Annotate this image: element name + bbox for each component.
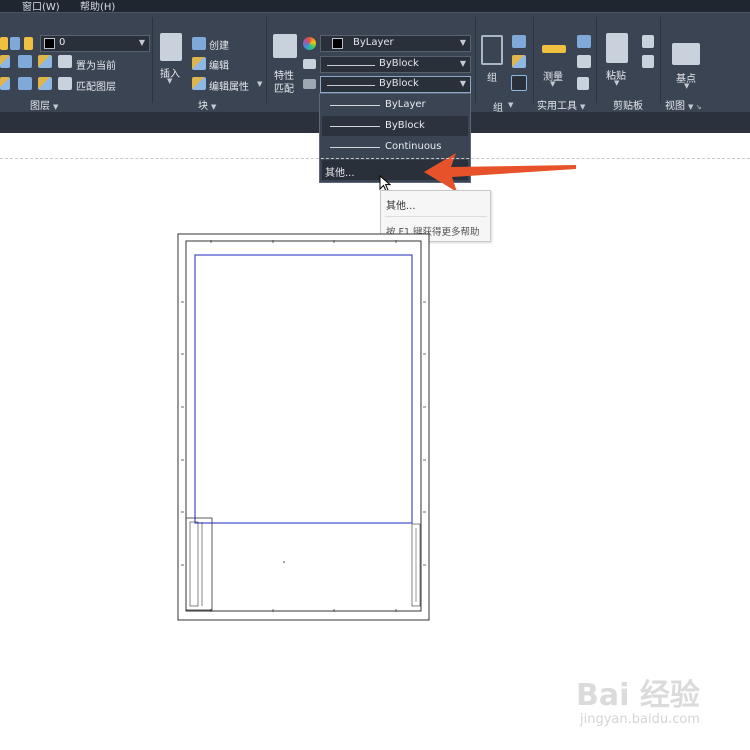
calculator-icon[interactable] — [577, 77, 589, 90]
group-edit-icon[interactable] — [512, 55, 526, 68]
linetype-sample — [330, 105, 380, 106]
lineweight-icon[interactable] — [303, 59, 316, 69]
chevron-down-icon[interactable]: ▼ — [684, 82, 689, 90]
block-panel-title[interactable]: 块 ▼ — [198, 97, 216, 112]
lineweight-value: ByBlock — [379, 58, 419, 69]
linetype-combo[interactable]: ByBlock ▼ — [320, 76, 471, 93]
base-view-icon[interactable] — [672, 43, 700, 65]
panel-divider — [475, 17, 476, 103]
cut-icon[interactable] — [642, 35, 654, 48]
layer-name: 0 — [59, 37, 66, 48]
linetype-option-byblock[interactable]: ByBlock — [322, 116, 468, 136]
panel-divider — [533, 17, 534, 103]
option-label: ByBlock — [385, 120, 425, 131]
layer-color-swatch — [44, 38, 55, 49]
drawing-sheet[interactable] — [176, 232, 431, 622]
match-properties-icon[interactable] — [273, 34, 297, 58]
annotation-arrow-icon — [424, 153, 576, 192]
quick-select-icon[interactable] — [577, 35, 591, 48]
view-panel-title[interactable]: 视图 ▼ ↘ — [665, 97, 701, 112]
layer-tool-5-icon[interactable] — [18, 77, 32, 90]
ungroup-icon[interactable] — [512, 35, 526, 48]
select-all-icon[interactable] — [577, 55, 591, 68]
set-current-icon[interactable] — [58, 55, 72, 68]
layer-tool-1-icon[interactable] — [0, 55, 10, 68]
chevron-down-icon[interactable]: ▼ — [257, 80, 262, 88]
linetype-value: ByBlock — [379, 78, 419, 89]
layer-tool-4-icon[interactable] — [0, 77, 10, 90]
watermark-logo: Bai 经验 — [576, 678, 700, 713]
view-panel-title-text: 视图 — [665, 101, 685, 112]
match-layer-icon[interactable] — [58, 77, 72, 90]
group-button[interactable]: 组 — [487, 69, 497, 84]
linetype-sample — [330, 147, 380, 148]
measure-ruler-icon[interactable] — [542, 45, 566, 53]
layer-combo[interactable]: 0 ▼ — [40, 35, 150, 52]
create-block-button[interactable]: 创建 — [209, 37, 229, 52]
match-properties-label-2[interactable]: 匹配 — [274, 80, 294, 95]
edit-attributes-icon[interactable] — [192, 77, 206, 90]
utilities-panel-title[interactable]: 实用工具 ▼ — [537, 97, 585, 112]
color-combo[interactable]: ByLayer ▼ — [320, 35, 471, 52]
layer-tool-2-icon[interactable] — [18, 55, 32, 68]
option-label: ByLayer — [385, 99, 426, 110]
paste-icon[interactable] — [606, 33, 628, 63]
chevron-down-icon: ▼ — [138, 38, 145, 47]
set-current-button[interactable]: 置为当前 — [76, 57, 116, 72]
panel-divider — [596, 17, 597, 103]
chevron-down-icon: ▼ — [53, 103, 59, 111]
lineweight-combo[interactable]: ByBlock ▼ — [320, 56, 471, 73]
linetype-icon[interactable] — [303, 79, 316, 89]
watermark: Bai 经验 jingyan.baidu.com — [576, 666, 746, 736]
tooltip-title: 其他... — [386, 201, 416, 212]
chevron-down-icon[interactable]: ▼ — [167, 77, 172, 85]
chevron-down-icon: ▼ — [459, 38, 466, 47]
option-label: 其他... — [325, 168, 355, 179]
layer-panel-title-text: 图层 — [30, 101, 50, 112]
insert-block-icon[interactable] — [160, 33, 182, 61]
color-swatch — [332, 38, 343, 49]
layer-freeze-icon[interactable] — [10, 37, 20, 50]
linetype-sample — [330, 126, 380, 127]
edit-attributes-button[interactable]: 编辑属性 — [209, 78, 249, 93]
edit-block-button[interactable]: 编辑 — [209, 57, 229, 72]
clipboard-panel-title[interactable]: 剪贴板 — [613, 97, 643, 112]
layer-on-icon[interactable] — [0, 37, 8, 50]
chevron-down-icon[interactable]: ▼ — [550, 80, 555, 88]
linetype-sample — [327, 85, 375, 86]
create-block-icon[interactable] — [192, 37, 206, 50]
tooltip-divider — [385, 216, 487, 217]
block-panel-title-text: 块 — [198, 101, 208, 112]
panel-divider — [152, 17, 153, 103]
menu-bar: 窗口(W) 帮助(H) — [0, 0, 750, 13]
panel-divider — [660, 17, 661, 103]
color-wheel-icon[interactable] — [303, 37, 316, 50]
chevron-down-icon: ▼ — [211, 103, 217, 111]
utilities-panel-title-text: 实用工具 — [537, 101, 577, 112]
chevron-down-icon[interactable]: ▼ — [508, 101, 513, 109]
group-icon[interactable] — [481, 35, 503, 65]
chevron-down-icon: ▼ — [459, 79, 466, 88]
layer-tool-6-icon[interactable] — [38, 77, 52, 90]
panel-divider — [266, 17, 267, 103]
lock-icon[interactable] — [24, 37, 33, 50]
color-value: ByLayer — [353, 37, 394, 48]
watermark-url: jingyan.baidu.com — [580, 712, 700, 727]
copy-icon[interactable] — [642, 55, 654, 68]
chevron-down-icon[interactable]: ▼ — [614, 79, 619, 87]
edit-block-icon[interactable] — [192, 57, 206, 70]
layer-tool-3-icon[interactable] — [38, 55, 52, 68]
chevron-down-icon: ▼ — [580, 103, 586, 111]
linetype-option-bylayer[interactable]: ByLayer — [322, 95, 468, 115]
paper-boundary — [0, 158, 750, 159]
lineweight-sample — [327, 65, 375, 66]
match-layer-button[interactable]: 匹配图层 — [76, 78, 116, 93]
chevron-down-icon: ▼ ↘ — [688, 103, 702, 111]
layer-panel-title[interactable]: 图层 ▼ — [30, 97, 58, 112]
chevron-down-icon: ▼ — [459, 59, 466, 68]
group-select-icon[interactable] — [511, 75, 527, 91]
